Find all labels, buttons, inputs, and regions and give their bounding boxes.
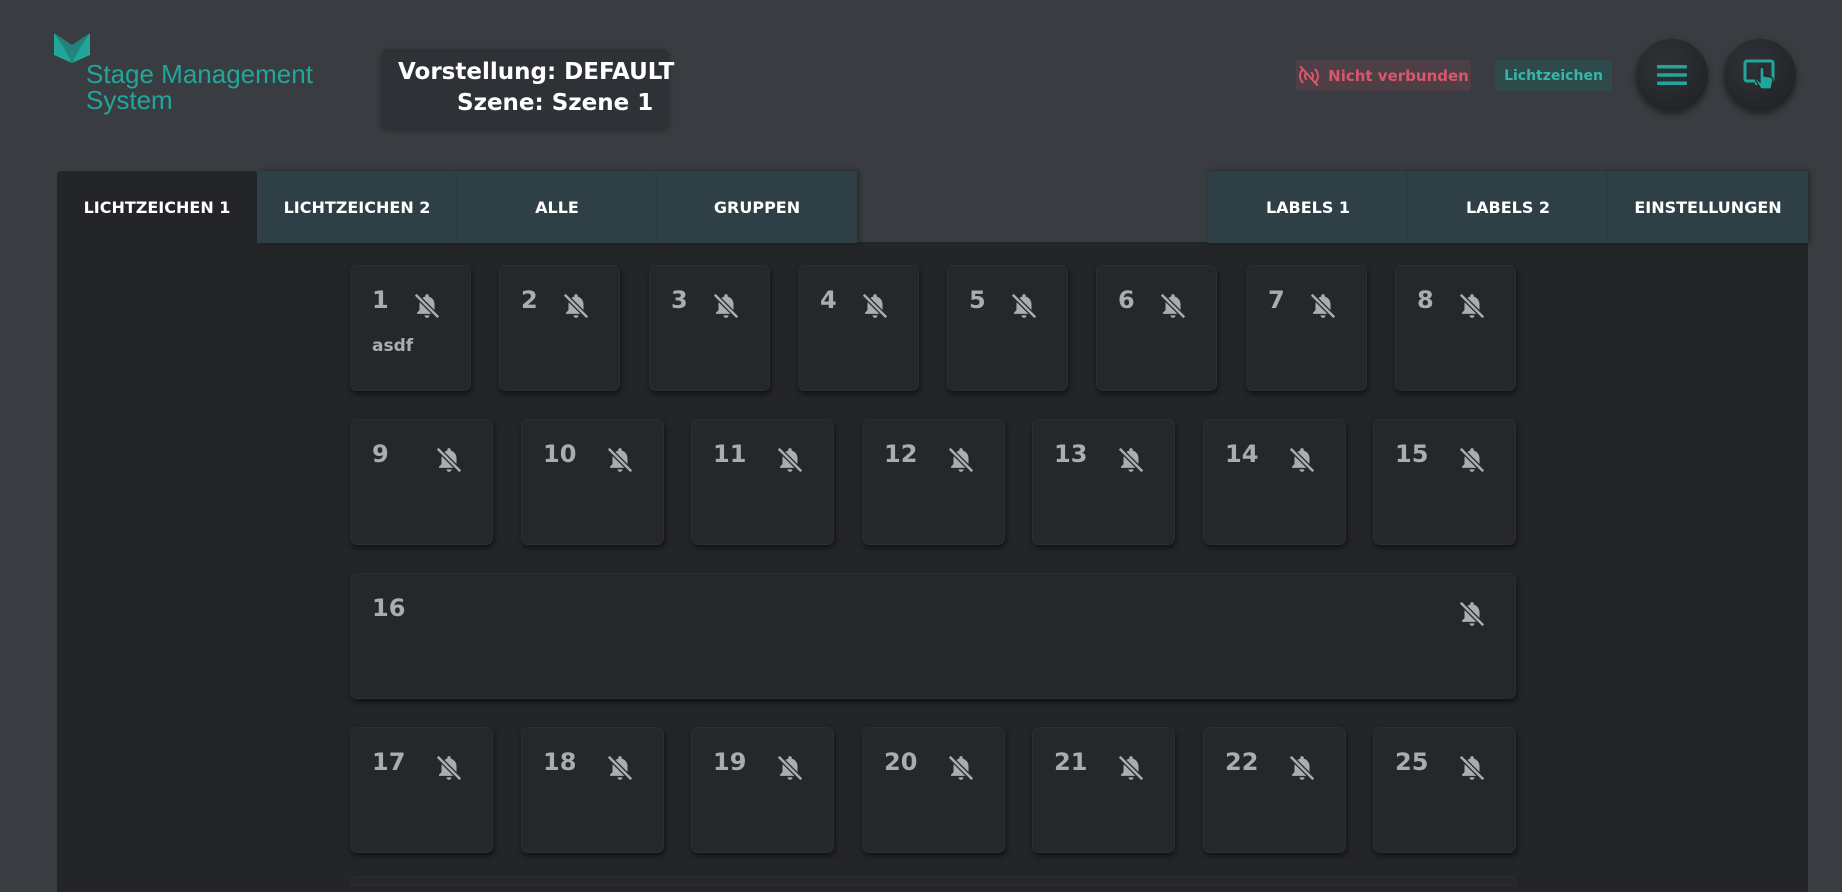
- bell-off-icon: [1116, 445, 1146, 475]
- light-cue-tile[interactable]: 7: [1246, 265, 1367, 391]
- bell-off-icon: [434, 753, 464, 783]
- tab-alle[interactable]: ALLE: [457, 171, 657, 243]
- bell-off-icon: [1009, 291, 1039, 321]
- bell-off-icon: [860, 291, 890, 321]
- bell-off-icon: [1158, 291, 1188, 321]
- cue-number: 15: [1395, 440, 1429, 468]
- cue-label: asdf: [372, 336, 414, 356]
- mode-badge: Lichtzeichen: [1495, 60, 1612, 91]
- cue-number: 11: [713, 440, 747, 468]
- light-cue-tile[interactable]: 14: [1203, 419, 1346, 545]
- show-info-box: Vorstellung: DEFAULT Szene: Szene 1: [381, 49, 674, 129]
- tab-lichtzeichen-1[interactable]: LICHTZEICHEN 1: [57, 171, 257, 243]
- bell-off-icon: [946, 445, 976, 475]
- cue-number: 25: [1395, 748, 1429, 776]
- cue-number: 8: [1417, 286, 1434, 314]
- cue-number: 19: [713, 748, 747, 776]
- menu-button[interactable]: [1636, 39, 1708, 111]
- light-cue-tile[interactable]: 21: [1032, 727, 1175, 853]
- light-cue-tile[interactable]: 17: [350, 727, 493, 853]
- cue-number: 18: [543, 748, 577, 776]
- light-cue-tile[interactable]: 13: [1032, 419, 1175, 545]
- cue-number: 17: [372, 748, 406, 776]
- light-cue-tile[interactable]: 18: [521, 727, 664, 853]
- bell-off-icon: [775, 445, 805, 475]
- cue-number: 7: [1268, 286, 1285, 314]
- light-cue-tile[interactable]: 2: [499, 265, 620, 391]
- cue-number: 14: [1225, 440, 1259, 468]
- cue-number: 6: [1118, 286, 1135, 314]
- tab-labels-1[interactable]: LABELS 1: [1208, 171, 1408, 243]
- bell-off-icon: [946, 753, 976, 783]
- tab-einstellungen[interactable]: EINSTELLUNGEN: [1608, 171, 1808, 243]
- light-cue-tile[interactable]: 5: [947, 265, 1068, 391]
- light-cue-tile[interactable]: 15: [1373, 419, 1516, 545]
- cue-number: 13: [1054, 440, 1088, 468]
- show-value: DEFAULT: [564, 59, 675, 85]
- bell-off-icon: [1287, 753, 1317, 783]
- show-label: Vorstellung:: [398, 59, 557, 85]
- bell-off-icon: [711, 291, 741, 321]
- cue-number: 21: [1054, 748, 1088, 776]
- light-cue-tile[interactable]: 4: [798, 265, 919, 391]
- bell-off-icon: [1116, 753, 1146, 783]
- show-row: Vorstellung: DEFAULT: [398, 58, 674, 86]
- bell-off-icon: [605, 445, 635, 475]
- cue-number: 9: [372, 440, 389, 468]
- cue-number: 5: [969, 286, 986, 314]
- tab-lichtzeichen-2[interactable]: LICHTZEICHEN 2: [257, 171, 457, 243]
- light-cue-tile[interactable]: 16: [350, 573, 1516, 699]
- tab-labels-2[interactable]: LABELS 2: [1408, 171, 1608, 243]
- cue-number: 1: [372, 286, 389, 314]
- bell-off-icon: [605, 753, 635, 783]
- cue-number: 22: [1225, 748, 1259, 776]
- app-logo: Stage Management System: [52, 33, 332, 118]
- display-button[interactable]: [1724, 39, 1796, 111]
- scene-value: Szene 1: [551, 90, 654, 116]
- light-cue-tile[interactable]: 9: [350, 419, 493, 545]
- bell-off-icon: [775, 753, 805, 783]
- light-cue-tile[interactable]: 6: [1096, 265, 1217, 391]
- cue-number: 20: [884, 748, 918, 776]
- bell-off-icon: [1457, 753, 1487, 783]
- bell-off-icon: [1457, 445, 1487, 475]
- light-cue-tile[interactable]: 20: [862, 727, 1005, 853]
- signal-off-icon: [1299, 65, 1320, 86]
- connection-status-badge: Nicht verbunden: [1296, 60, 1471, 91]
- tab-gruppen[interactable]: GRUPPEN: [657, 171, 857, 243]
- light-cue-tile[interactable]: 1 asdf: [350, 265, 471, 391]
- bell-off-icon: [1457, 599, 1487, 629]
- bell-off-icon: [434, 445, 464, 475]
- mode-text: Lichtzeichen: [1504, 67, 1603, 84]
- bell-off-icon: [1457, 291, 1487, 321]
- light-cue-tile[interactable]: 8: [1395, 265, 1516, 391]
- cue-number: 10: [543, 440, 577, 468]
- light-cue-tile[interactable]: 10: [521, 419, 664, 545]
- bell-off-icon: [412, 291, 442, 321]
- bell-off-icon: [1287, 445, 1317, 475]
- bell-off-icon: [561, 291, 591, 321]
- light-cue-tile[interactable]: 22: [1203, 727, 1346, 853]
- screen-touch-icon: [1743, 59, 1775, 90]
- scene-row: Szene: Szene 1: [457, 89, 653, 117]
- cue-number: 16: [372, 594, 406, 622]
- light-cue-tile[interactable]: 19: [691, 727, 834, 853]
- light-cue-tile[interactable]: 11: [691, 419, 834, 545]
- cue-number: 3: [671, 286, 688, 314]
- connection-status-text: Nicht verbunden: [1328, 66, 1469, 85]
- cue-number: 12: [884, 440, 918, 468]
- cue-number: 4: [820, 286, 837, 314]
- light-cue-tile[interactable]: 12: [862, 419, 1005, 545]
- light-cue-tile-partial[interactable]: [350, 876, 1516, 886]
- cue-number: 2: [521, 286, 538, 314]
- bell-off-icon: [1308, 291, 1338, 321]
- light-cue-tile[interactable]: 25: [1373, 727, 1516, 853]
- light-cue-tile[interactable]: 3: [649, 265, 770, 391]
- scene-label: Szene:: [457, 90, 544, 116]
- app-name: Stage Management System: [86, 59, 313, 115]
- menu-icon: [1657, 65, 1687, 85]
